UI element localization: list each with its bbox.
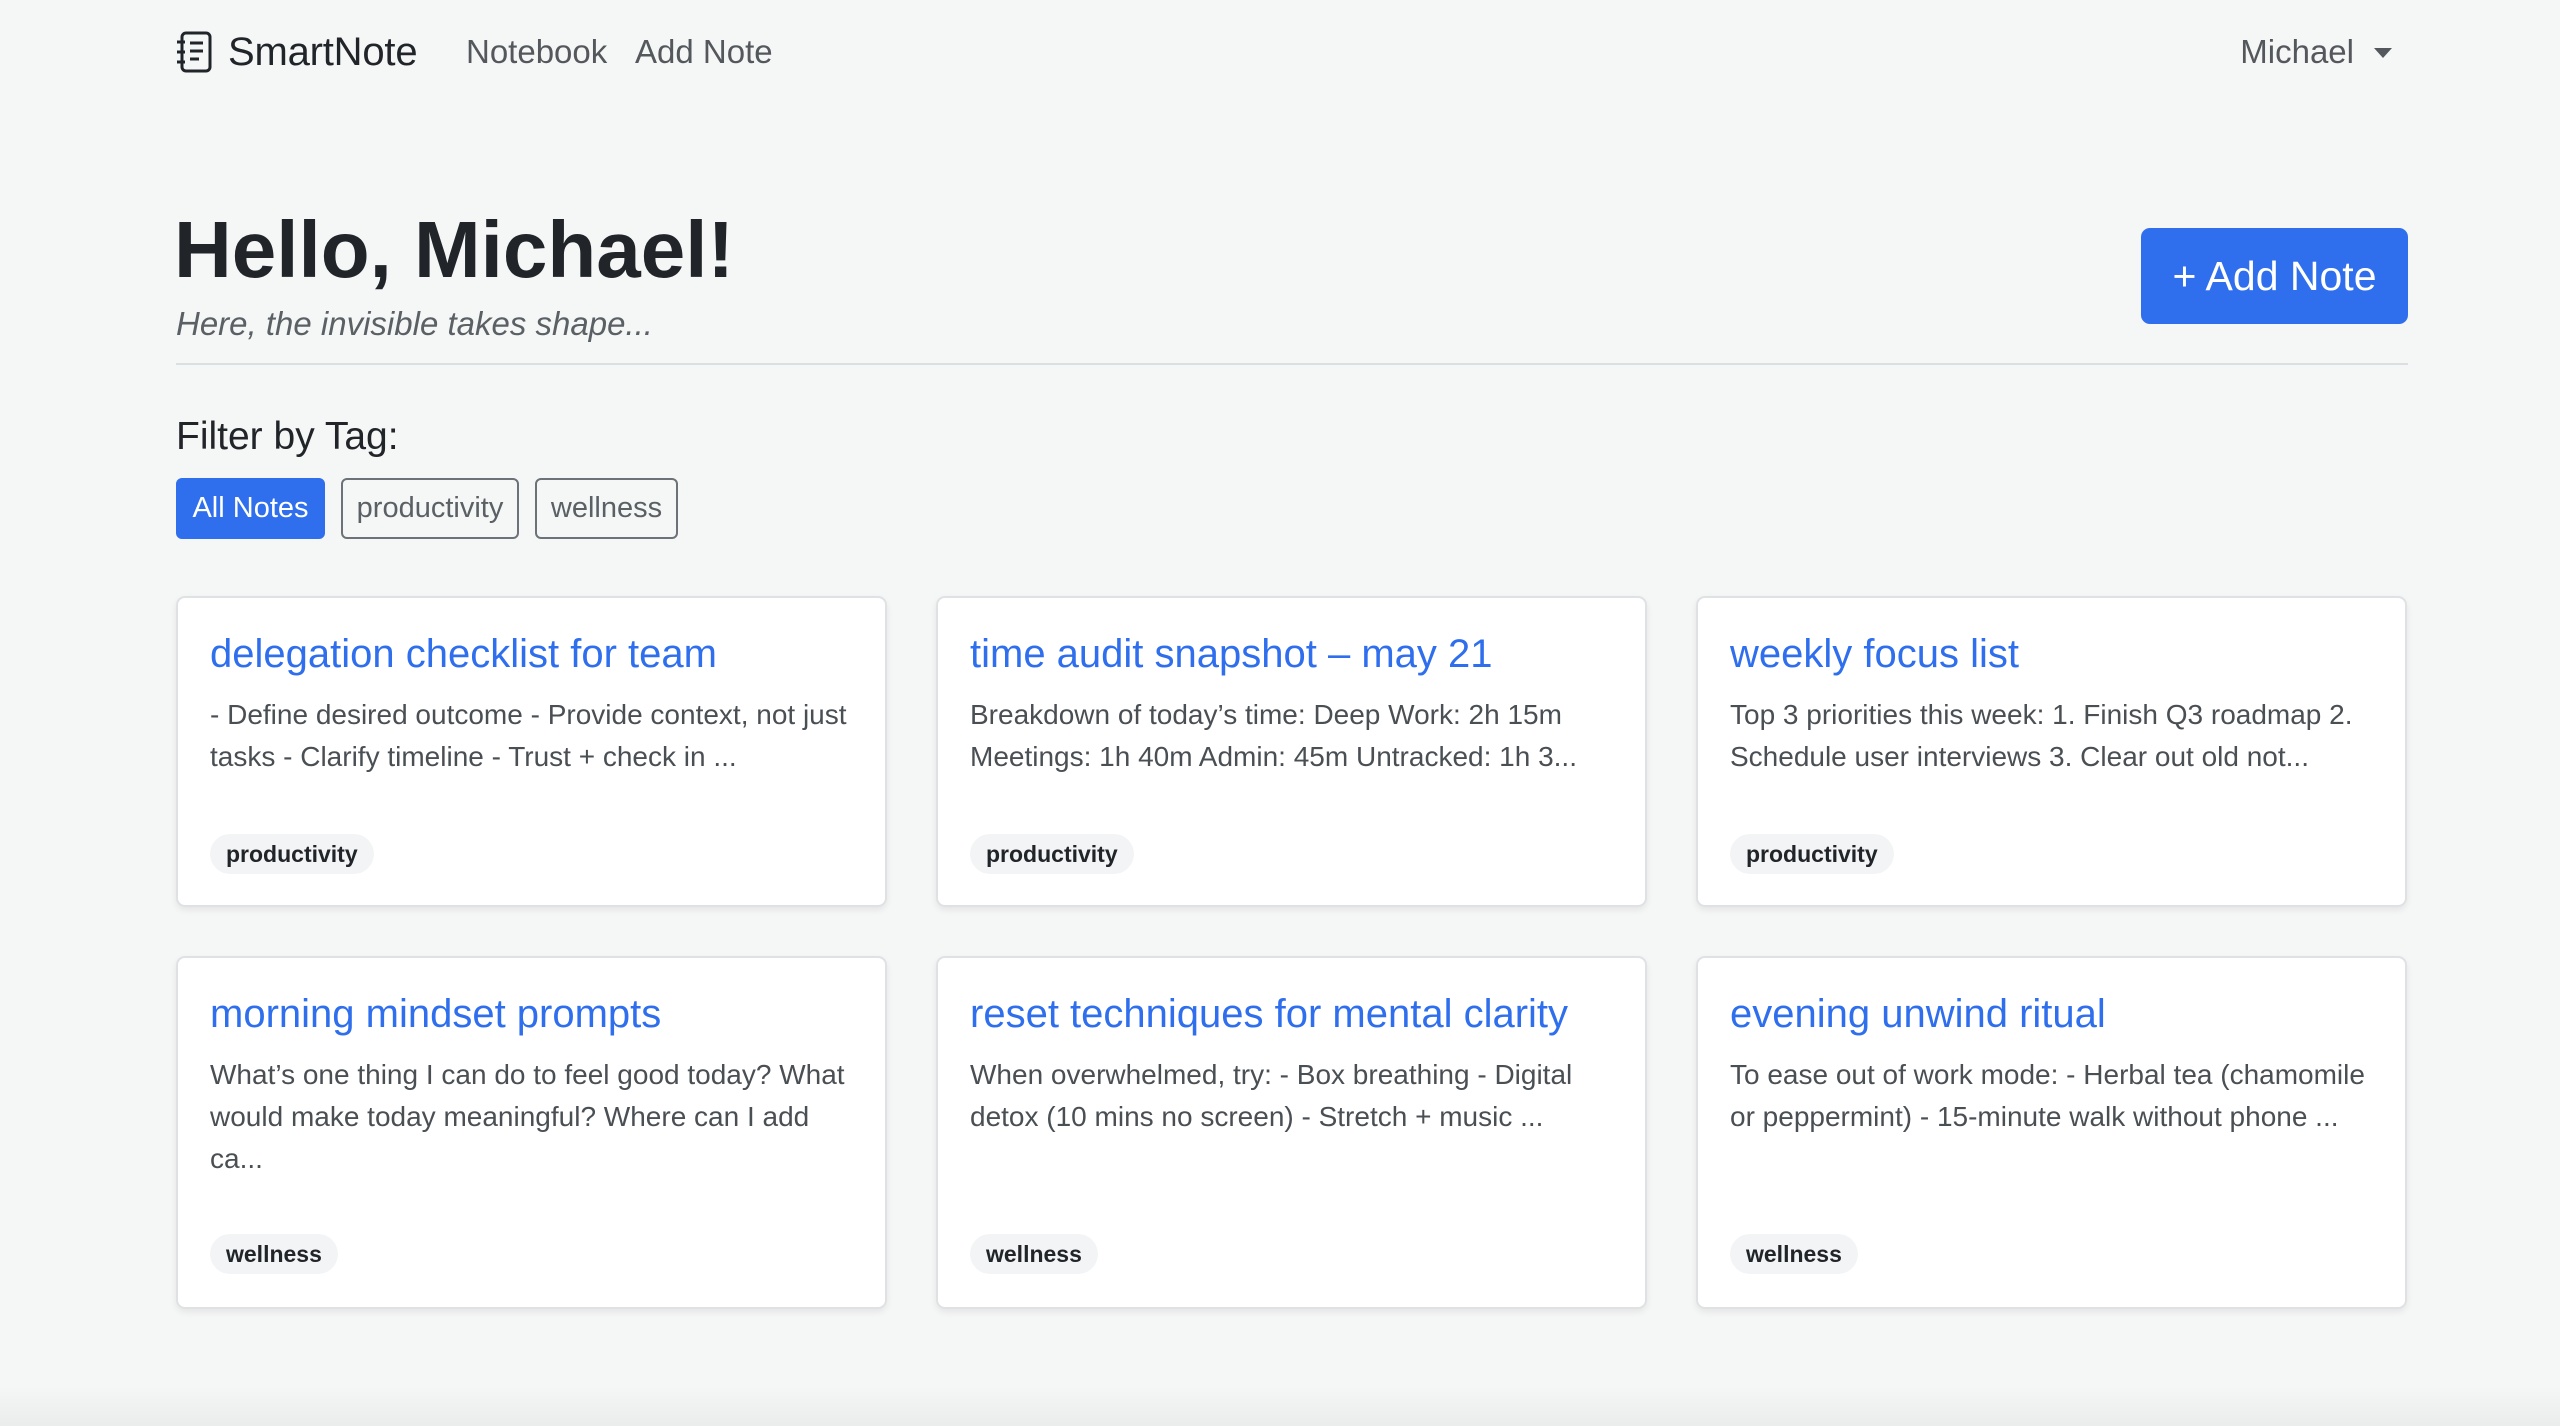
brand-link[interactable]: SmartNote — [176, 26, 418, 78]
nav-notebook-link[interactable]: Notebook — [466, 30, 607, 74]
note-tag[interactable]: wellness — [970, 1234, 1098, 1274]
nav-add-note-link[interactable]: Add Note — [635, 30, 773, 74]
note-tag[interactable]: wellness — [1730, 1234, 1858, 1274]
note-tag[interactable]: wellness — [210, 1234, 338, 1274]
note-excerpt: When overwhelmed, try: - Box breathing -… — [970, 1059, 1573, 1132]
note-excerpt: - Define desired outcome - Provide conte… — [210, 699, 847, 772]
user-name: Michael — [2240, 33, 2354, 70]
note-title[interactable]: evening unwind ritual — [1730, 988, 2106, 1040]
filter-tag-all-notes[interactable]: All Notes — [176, 478, 325, 539]
note-tag[interactable]: productivity — [210, 834, 374, 874]
caret-down-icon — [2374, 48, 2392, 58]
note-title[interactable]: delegation checklist for team — [210, 628, 717, 680]
note-title[interactable]: time audit snapshot – may 21 — [970, 628, 1493, 680]
note-excerpt: Top 3 priorities this week: 1. Finish Q3… — [1730, 699, 2353, 772]
note-title[interactable]: morning mindset prompts — [210, 988, 661, 1040]
note-card[interactable]: delegation checklist for team - Define d… — [176, 596, 887, 907]
notebook-icon — [176, 31, 214, 73]
navbar: SmartNote Notebook Add Note Michael — [0, 0, 2560, 104]
filter-tag-wellness[interactable]: wellness — [535, 478, 678, 539]
note-title[interactable]: reset techniques for mental clarity — [970, 988, 1568, 1040]
note-tag[interactable]: productivity — [1730, 834, 1894, 874]
note-card[interactable]: time audit snapshot – may 21 Breakdown o… — [936, 596, 1647, 907]
note-excerpt: What’s one thing I can do to feel good t… — [210, 1059, 845, 1174]
note-card[interactable]: evening unwind ritual To ease out of wor… — [1696, 956, 2407, 1309]
user-menu-toggle[interactable]: Michael — [2240, 30, 2392, 74]
header-divider — [176, 363, 2408, 365]
brand-name: SmartNote — [228, 29, 418, 74]
note-title[interactable]: weekly focus list — [1730, 628, 2019, 680]
note-card[interactable]: weekly focus list Top 3 priorities this … — [1696, 596, 2407, 907]
note-excerpt: Breakdown of today’s time: Deep Work: 2h… — [970, 699, 1577, 772]
footer-shadow — [0, 1386, 2560, 1426]
filter-label: Filter by Tag: — [176, 415, 399, 458]
note-card[interactable]: reset techniques for mental clarity When… — [936, 956, 1647, 1309]
page-subtitle: Here, the invisible takes shape... — [176, 305, 653, 342]
note-excerpt: To ease out of work mode: - Herbal tea (… — [1730, 1059, 2365, 1132]
note-card[interactable]: morning mindset prompts What’s one thing… — [176, 956, 887, 1309]
page-title: Hello, Michael! — [174, 205, 735, 294]
note-tag[interactable]: productivity — [970, 834, 1134, 874]
add-note-button[interactable]: + Add Note — [2141, 228, 2408, 324]
filter-tag-productivity[interactable]: productivity — [341, 478, 519, 539]
